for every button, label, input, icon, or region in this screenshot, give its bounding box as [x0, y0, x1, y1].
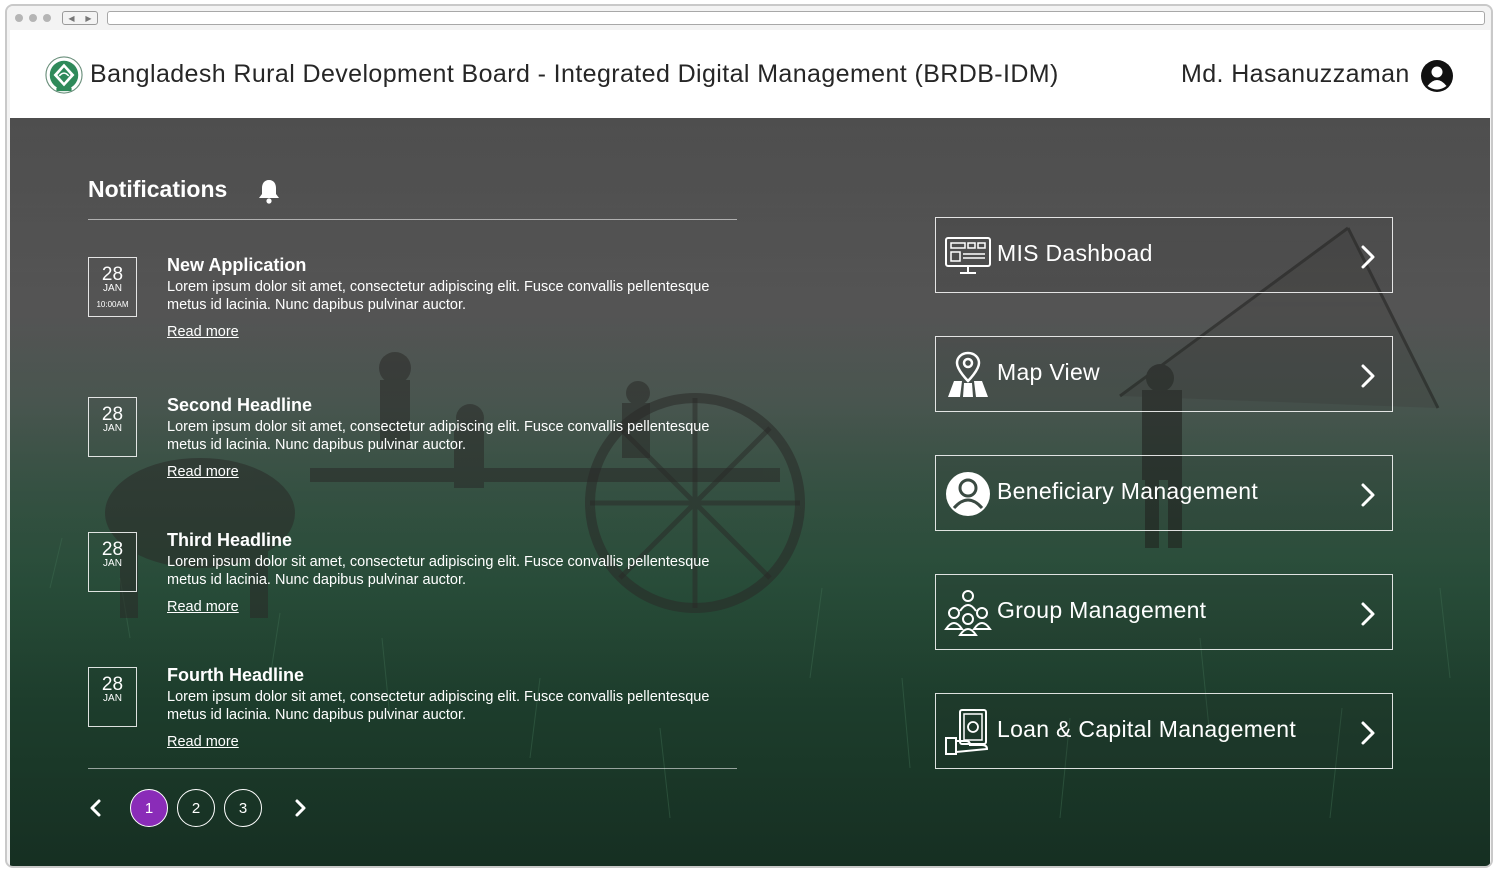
window-close-dot[interactable]	[15, 14, 23, 22]
chevron-right-icon[interactable]	[290, 798, 310, 818]
app-title: Bangladesh Rural Development Board - Int…	[90, 60, 1059, 88]
notifications-title: Notifications	[88, 176, 228, 202]
notification-title: Fourth Headline	[167, 665, 305, 685]
menu-label: Map View	[997, 359, 1100, 385]
main-content: Notifications 28 JAN 10:00AM New Applica…	[10, 118, 1490, 866]
date-day: 28	[101, 539, 124, 560]
date-badge: 28 JAN 10:00AM	[88, 257, 137, 317]
chevron-right-icon	[1361, 364, 1375, 388]
window-minimize-dot[interactable]	[29, 14, 37, 22]
notification-body: Lorem ipsum dolor sit amet, consectetur …	[167, 279, 710, 313]
user-name[interactable]: Md. Hasanuzzaman	[1181, 60, 1410, 89]
notifications-bottom-divider	[88, 768, 737, 769]
read-more-link[interactable]: Read more	[167, 734, 239, 750]
browser-window: ◀ ▶ Bangladesh Rural Development Board -…	[5, 4, 1493, 868]
read-more-link[interactable]: Read more	[167, 599, 239, 615]
pagination: 1 2 3	[88, 788, 328, 828]
forward-arrow-icon[interactable]: ▶	[85, 14, 91, 23]
read-more-link[interactable]: Read more	[167, 464, 239, 480]
page-button-2[interactable]: 2	[177, 789, 215, 827]
user-circle-icon[interactable]	[1420, 59, 1454, 93]
group-people-icon	[944, 590, 992, 636]
menu-label: MIS Dashboad	[997, 240, 1153, 266]
date-day: 28	[101, 264, 124, 285]
notifications-top-divider	[88, 219, 737, 220]
notification-title: Second Headline	[167, 395, 313, 415]
notification-body: Lorem ipsum dolor sit amet, consectetur …	[167, 419, 710, 453]
monitor-dashboard-icon	[945, 237, 991, 274]
page-button-3[interactable]: 3	[224, 789, 262, 827]
notification-title: New Application	[167, 255, 307, 275]
menu-label: Loan & Capital Management	[997, 716, 1297, 742]
chevron-right-icon	[1361, 245, 1375, 269]
map-view-button[interactable]: Map View	[935, 336, 1393, 412]
mis-dashboard-button[interactable]: MIS Dashboad	[935, 217, 1393, 293]
date-month: JAN	[103, 423, 122, 434]
menu-label: Group Management	[997, 597, 1207, 623]
date-time: 10:00AM	[96, 300, 129, 309]
group-management-button[interactable]: Group Management	[935, 574, 1393, 650]
money-hand-icon	[945, 709, 989, 755]
app-header: Bangladesh Rural Development Board - Int…	[10, 30, 1490, 118]
date-day: 28	[101, 674, 124, 695]
notification-body: Lorem ipsum dolor sit amet, consectetur …	[167, 689, 710, 723]
chevron-right-icon	[1361, 483, 1375, 507]
beneficiary-management-button[interactable]: Beneficiary Management	[935, 455, 1393, 531]
date-month: JAN	[103, 283, 122, 294]
date-month: JAN	[103, 558, 122, 569]
back-arrow-icon[interactable]: ◀	[68, 14, 74, 23]
browser-toolbar: ◀ ▶	[7, 6, 1491, 30]
loan-capital-management-button[interactable]: Loan & Capital Management	[935, 693, 1393, 769]
map-pin-icon	[948, 351, 988, 397]
chevron-right-icon	[1361, 721, 1375, 745]
chevron-right-icon	[1361, 602, 1375, 626]
date-day: 28	[101, 404, 124, 425]
notification-body: Lorem ipsum dolor sit amet, consectetur …	[167, 554, 710, 588]
menu-label: Beneficiary Management	[997, 478, 1259, 504]
bell-icon	[259, 180, 279, 204]
page-button-1[interactable]: 1	[130, 789, 168, 827]
date-badge: 28 JAN	[88, 667, 137, 727]
window-maximize-dot[interactable]	[43, 14, 51, 22]
read-more-link[interactable]: Read more	[167, 324, 239, 340]
address-bar[interactable]	[107, 11, 1485, 25]
date-badge: 28 JAN	[88, 397, 137, 457]
person-circle-icon	[946, 472, 990, 516]
date-month: JAN	[103, 693, 122, 704]
chevron-left-icon[interactable]	[86, 798, 106, 818]
date-badge: 28 JAN	[88, 532, 137, 592]
browser-nav-buttons[interactable]: ◀ ▶	[62, 11, 98, 25]
notification-title: Third Headline	[167, 530, 293, 550]
brdb-logo-icon	[45, 56, 83, 94]
